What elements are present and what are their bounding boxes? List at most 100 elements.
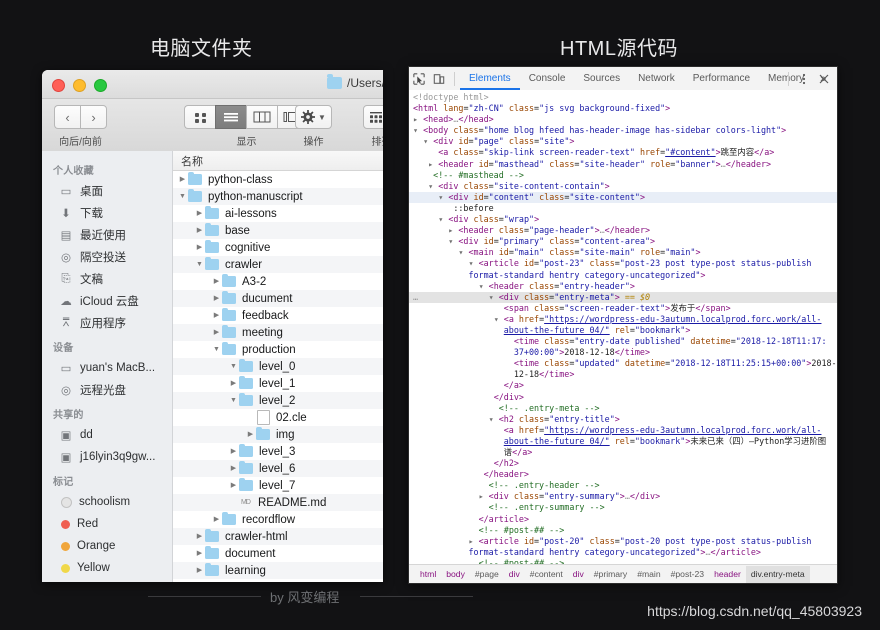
tab-sources[interactable]: Sources: [574, 68, 629, 90]
dom-breadcrumb-bar[interactable]: html body #page div #content div #primary #main…: [409, 564, 837, 583]
table-row[interactable]: ▶ level_6: [173, 460, 383, 477]
sidebar-item-dd[interactable]: ▣ dd: [42, 424, 172, 446]
column-view-button[interactable]: [246, 105, 277, 129]
disclosure-triangle-open-icon[interactable]: ▼: [194, 256, 205, 273]
maximize-window-button[interactable]: [94, 79, 107, 92]
disclosure-triangle-closed-icon[interactable]: ▶: [211, 290, 222, 307]
dom-tree-line[interactable]: </header>: [409, 469, 837, 480]
dom-tree-line[interactable]: ▾ <h2 class="entry-title">: [409, 414, 837, 425]
table-row[interactable]: ▶ crawler-html: [173, 528, 383, 545]
dom-tree-line[interactable]: 37+00:00">2018-12-18</time>: [409, 347, 837, 358]
dom-tree-line[interactable]: <time class="updated" datetime="2018-12-…: [409, 358, 837, 369]
dom-tree-line[interactable]: format-standard hentry category-uncatego…: [409, 270, 837, 281]
sidebar-item-icloud[interactable]: ☁ iCloud 云盘: [42, 290, 172, 312]
dom-tree-line[interactable]: <!-- #masthead -->: [409, 170, 837, 181]
breadcrumb-item[interactable]: div.entry-meta: [745, 565, 810, 583]
table-row[interactable]: ▶ img: [173, 426, 383, 443]
dom-tree-line[interactable]: </div>: [409, 392, 837, 403]
dom-tree-line[interactable]: </h2>: [409, 458, 837, 469]
finder-file-list[interactable]: 名称 ▶ python-class ▼ python-manuscript ▶ ai-le…: [173, 151, 383, 582]
disclosure-triangle-closed-icon[interactable]: ▶: [211, 273, 222, 290]
disclosure-triangle-closed-icon[interactable]: ▶: [228, 477, 239, 494]
dom-tree-line[interactable]: </a>: [409, 380, 837, 391]
table-row[interactable]: ▶ learning: [173, 562, 383, 579]
dom-tree-line[interactable]: <!doctype html>: [409, 92, 837, 103]
dom-tree-line[interactable]: about-the-future_04/" rel="bookmark">未来已…: [409, 436, 837, 447]
dom-tree-line[interactable]: ▸ <article id="post-20" class="post-20 p…: [409, 536, 837, 547]
sidebar-item-[interactable]: ⩞ 应用程序: [42, 312, 172, 334]
dom-tree-line[interactable]: ▾ <article id="post-23" class="post-23 p…: [409, 258, 837, 269]
devtools-tabs[interactable]: Elements Console Sources Network Performance…: [460, 68, 813, 90]
disclosure-triangle-closed-icon[interactable]: ▶: [228, 460, 239, 477]
disclosure-triangle-closed-icon[interactable]: ▶: [245, 426, 256, 443]
close-icon[interactable]: [814, 69, 834, 89]
sidebar-item-[interactable]: ▭ 桌面: [42, 180, 172, 202]
table-row[interactable]: ▶ cognitive: [173, 239, 383, 256]
table-row[interactable]: ▼ python-manuscript: [173, 188, 383, 205]
disclosure-triangle-closed-icon[interactable]: ▶: [194, 222, 205, 239]
disclosure-triangle-closed-icon[interactable]: ▶: [211, 324, 222, 341]
kebab-menu-icon[interactable]: [794, 69, 814, 89]
dom-tree-line[interactable]: <time class="entry-date published" datet…: [409, 336, 837, 347]
dom-tree-line[interactable]: format-standard hentry category-uncatego…: [409, 547, 837, 558]
table-row[interactable]: ▶ ducument: [173, 290, 383, 307]
close-window-button[interactable]: [52, 79, 65, 92]
disclosure-triangle-closed-icon[interactable]: ▶: [228, 443, 239, 460]
dom-tree-line[interactable]: ::before: [409, 203, 837, 214]
breadcrumb-item[interactable]: html: [415, 566, 441, 583]
dom-tree-line[interactable]: <a href="https://wordpress-edu-3autumn.l…: [409, 425, 837, 436]
table-row[interactable]: ▼ level_2: [173, 392, 383, 409]
breadcrumb-item[interactable]: #main: [632, 566, 665, 583]
dom-tree-line[interactable]: ▸ <div class="entry-summary">…</div>: [409, 491, 837, 502]
table-row[interactable]: ▼ crawler: [173, 256, 383, 273]
dom-tree-line[interactable]: ▾ <div class="wrap">: [409, 214, 837, 225]
disclosure-triangle-open-icon[interactable]: ▼: [228, 358, 239, 375]
table-row[interactable]: ▶ base: [173, 222, 383, 239]
disclosure-triangle-closed-icon[interactable]: ▶: [194, 545, 205, 562]
dom-tree-line[interactable]: ▾ <body class="home blog hfeed has-heade…: [409, 125, 837, 136]
dom-tree-line[interactable]: ▾ <header class="entry-header">: [409, 281, 837, 292]
forward-button[interactable]: ›: [80, 105, 107, 129]
dom-tree-line[interactable]: ▾ <div class="entry-meta"> == $0: [409, 291, 837, 303]
minimize-window-button[interactable]: [73, 79, 86, 92]
table-row[interactable]: ▶ meeting: [173, 324, 383, 341]
sidebar-item-schoolism[interactable]: schoolism: [42, 491, 172, 513]
dom-tree-line[interactable]: <!-- .entry-summary -->: [409, 502, 837, 513]
dom-tree-line[interactable]: <html lang="zh-CN" class="js svg backgro…: [409, 103, 837, 114]
sidebar-item-yellow[interactable]: Yellow: [42, 557, 172, 579]
table-row[interactable]: ▶ python-class: [173, 171, 383, 188]
icon-view-button[interactable]: [184, 105, 215, 129]
sidebar-item-[interactable]: ◎ 隔空投送: [42, 246, 172, 268]
dom-tree-line[interactable]: </article>: [409, 514, 837, 525]
sidebar-item-[interactable]: ⎘ 文稿: [42, 268, 172, 290]
disclosure-triangle-open-icon[interactable]: ▼: [228, 392, 239, 409]
sidebar-item-[interactable]: ◎ 远程光盘: [42, 379, 172, 401]
sidebar-item-orange[interactable]: Orange: [42, 535, 172, 557]
breadcrumb-item[interactable]: #post-23: [666, 566, 709, 583]
tab-elements[interactable]: Elements: [460, 68, 520, 90]
dom-tree-line[interactable]: <!-- .entry-meta -->: [409, 403, 837, 414]
column-header-name[interactable]: 名称: [173, 151, 383, 171]
dom-tree-line[interactable]: ▸ <header class="page-header">…</header>: [409, 225, 837, 236]
table-row[interactable]: ▶ level_3: [173, 443, 383, 460]
tab-network[interactable]: Network: [629, 68, 684, 90]
list-view-button[interactable]: [215, 105, 246, 129]
disclosure-triangle-open-icon[interactable]: ▼: [211, 341, 222, 358]
tab-performance[interactable]: Performance: [684, 68, 759, 90]
dom-tree-line[interactable]: <!-- #post-## -->: [409, 525, 837, 536]
dom-tree-line[interactable]: <!-- .entry-header -->: [409, 480, 837, 491]
dom-tree-line[interactable]: <span class="screen-reader-text">发布于</sp…: [409, 303, 837, 314]
dom-tree-line[interactable]: ▾ <div class="site-content-contain">: [409, 181, 837, 192]
table-row[interactable]: ▶ feedback: [173, 307, 383, 324]
dom-tree-line[interactable]: 谱</a>: [409, 447, 837, 458]
breadcrumb-item[interactable]: div: [568, 566, 589, 583]
disclosure-triangle-closed-icon[interactable]: ▶: [194, 205, 205, 222]
sidebar-item-[interactable]: ⬇ 下载: [42, 202, 172, 224]
table-row[interactable]: ▶ recordflow: [173, 511, 383, 528]
dom-tree-line[interactable]: ▾ <div id="primary" class="content-area"…: [409, 236, 837, 247]
sidebar-item-yuan-s-macb[interactable]: ▭ yuan's MacB...: [42, 357, 172, 379]
dom-tree-line[interactable]: 12-18</time>: [409, 369, 837, 380]
breadcrumb-item[interactable]: header: [709, 566, 746, 583]
arrange-menu-button[interactable]: ▼: [363, 105, 383, 129]
dom-tree-line[interactable]: ▸ <head>…</head>: [409, 114, 837, 125]
